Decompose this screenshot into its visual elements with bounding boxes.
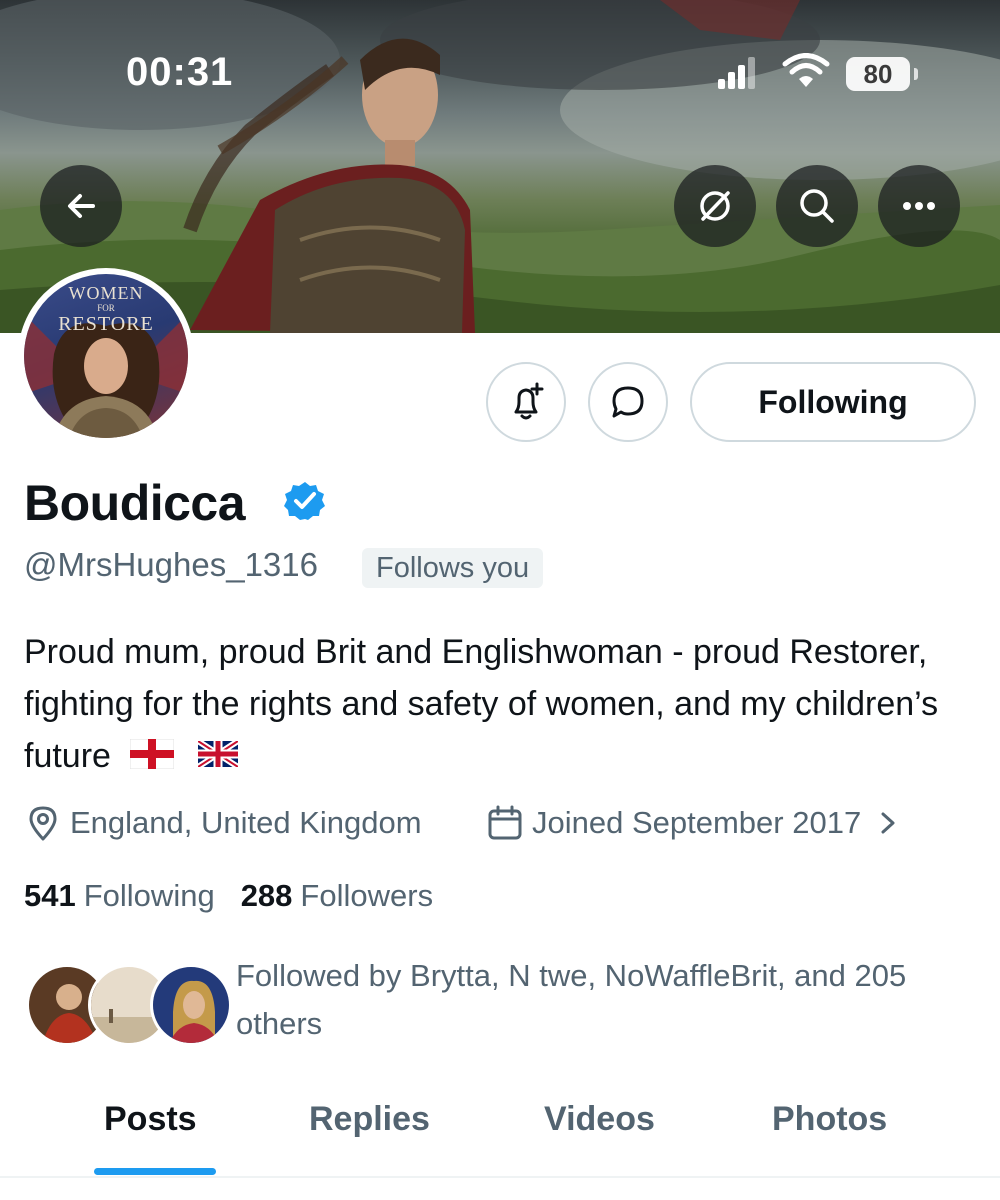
location-text: England, United Kingdom bbox=[70, 805, 422, 840]
translate-button[interactable] bbox=[674, 165, 756, 247]
avatar-text-line3: RESTORE bbox=[58, 313, 154, 335]
tab-videos[interactable]: Videos bbox=[544, 1100, 655, 1139]
following-label: Following bbox=[83, 878, 215, 913]
back-button[interactable] bbox=[40, 165, 122, 247]
verified-badge-icon[interactable] bbox=[284, 480, 326, 522]
followers-label: Followers bbox=[300, 878, 434, 913]
profile-joined[interactable]: Joined September 2017 bbox=[486, 804, 909, 842]
profile-bio: Proud mum, proud Brit and Englishwoman -… bbox=[24, 626, 984, 782]
follower-avatar bbox=[150, 964, 232, 1046]
back-arrow-icon bbox=[68, 194, 95, 218]
profile-stats: 541 Following 288 Followers bbox=[24, 878, 459, 914]
cellular-signal-icon bbox=[718, 57, 755, 89]
profile-avatar[interactable]: WOMEN FOR RESTORE bbox=[18, 268, 194, 444]
calendar-icon bbox=[488, 805, 522, 840]
followers-stat[interactable]: 288 Followers bbox=[241, 878, 433, 914]
follows-you-badge: Follows you bbox=[362, 548, 544, 588]
display-name: Boudicca bbox=[24, 475, 246, 531]
followers-count: 288 bbox=[240, 878, 293, 913]
following-stat[interactable]: 541 Following bbox=[24, 878, 215, 914]
avatar-image: WOMEN FOR RESTORE bbox=[24, 274, 188, 438]
following-button[interactable]: Following bbox=[690, 362, 976, 442]
notifications-button[interactable] bbox=[486, 362, 566, 442]
profile-handle: @MrsHughes_1316 bbox=[24, 546, 318, 583]
avatar-text-line2: FOR bbox=[97, 303, 115, 313]
more-icon bbox=[903, 202, 935, 210]
notification-bell-plus-icon bbox=[514, 382, 544, 420]
followed-by-text[interactable]: Followed by Brytta, N twe, NoWaffleBrit,… bbox=[236, 952, 986, 1048]
tab-photos[interactable]: Photos bbox=[772, 1100, 887, 1139]
profile-tabs: Posts Replies Videos Photos bbox=[0, 1092, 1000, 1178]
tab-replies[interactable]: Replies bbox=[309, 1100, 430, 1139]
tab-posts[interactable]: Posts bbox=[104, 1100, 197, 1139]
battery-indicator: 80 bbox=[846, 57, 918, 91]
profile-page: 00:31 80 WOMEN FOR RESTORE Following Bou… bbox=[0, 0, 1000, 1200]
search-icon bbox=[800, 189, 834, 223]
union-jack-icon bbox=[197, 741, 238, 768]
chevron-right-icon bbox=[881, 812, 895, 834]
message-icon bbox=[612, 386, 644, 418]
location-pin-icon bbox=[29, 806, 57, 841]
followed-by-avatars[interactable] bbox=[26, 964, 232, 1048]
translate-off-icon bbox=[700, 191, 730, 221]
england-flag-icon bbox=[130, 739, 175, 770]
more-button[interactable] bbox=[878, 165, 960, 247]
wifi-icon bbox=[782, 53, 830, 87]
status-time: 00:31 bbox=[126, 50, 234, 94]
joined-text: Joined September 2017 bbox=[532, 805, 862, 840]
active-tab-indicator bbox=[94, 1168, 216, 1175]
tabs-divider bbox=[0, 1176, 1000, 1178]
search-button[interactable] bbox=[776, 165, 858, 247]
avatar-text-line1: WOMEN bbox=[68, 283, 144, 303]
message-button[interactable] bbox=[588, 362, 668, 442]
profile-location: England, United Kingdom bbox=[24, 804, 422, 842]
following-count: 541 bbox=[24, 878, 76, 913]
